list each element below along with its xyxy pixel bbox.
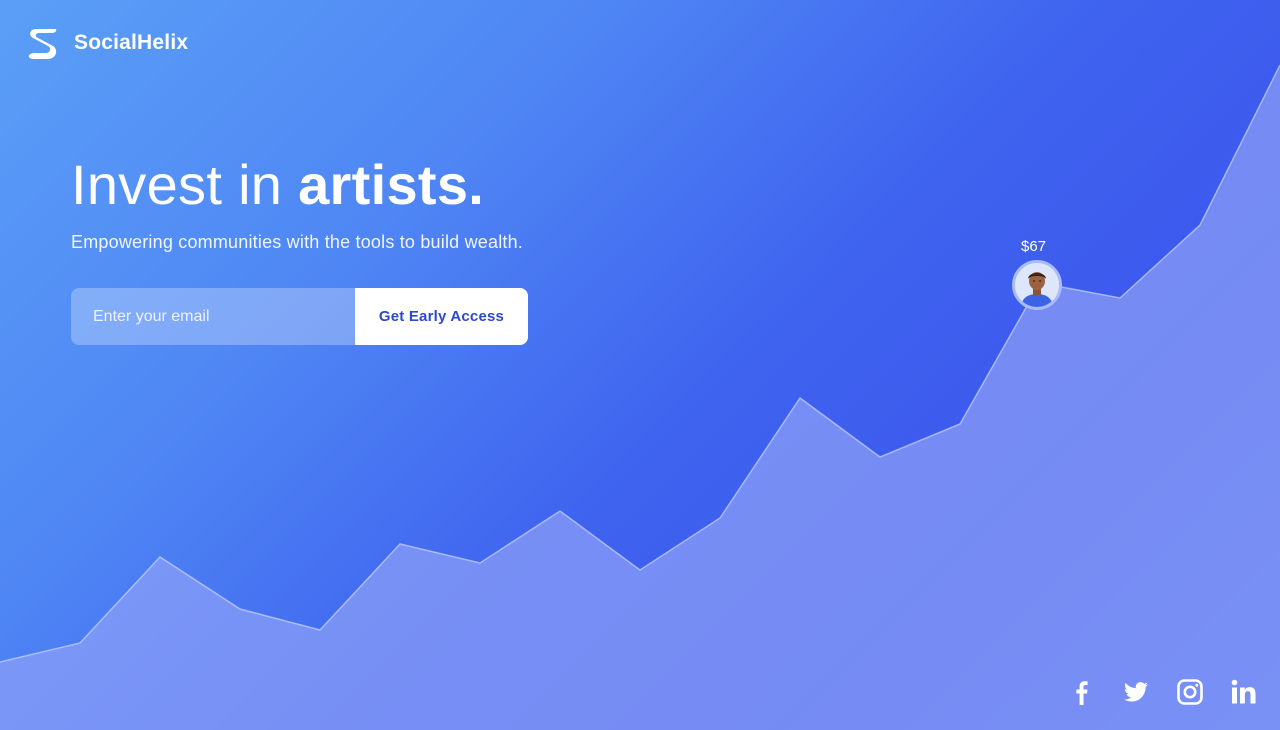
hero-subtitle: Empowering communities with the tools to… xyxy=(71,232,524,252)
get-early-access-button[interactable]: Get Early Access xyxy=(355,288,528,345)
artist-avatar[interactable] xyxy=(1012,260,1062,310)
twitter-icon[interactable] xyxy=(1122,678,1150,706)
avatar-person-icon xyxy=(1015,263,1059,307)
social-links xyxy=(1068,678,1258,706)
brand-logo[interactable]: SocialHelix xyxy=(26,26,188,60)
headline-bold: artists. xyxy=(298,153,485,216)
email-input[interactable] xyxy=(71,288,355,345)
facebook-icon[interactable] xyxy=(1068,678,1096,706)
price-trend-graphic xyxy=(0,64,1280,730)
linkedin-icon[interactable] xyxy=(1230,678,1258,706)
price-label: $67 xyxy=(1021,238,1047,255)
hero-headline: Invest in artists. xyxy=(71,152,523,218)
logo-mark-icon xyxy=(28,29,57,59)
signup-form: Get Early Access xyxy=(71,288,528,345)
hero-section: Invest in artists. Empowering communitie… xyxy=(71,152,523,253)
headline-light: Invest in xyxy=(71,153,299,216)
instagram-icon[interactable] xyxy=(1176,678,1204,706)
brand-name: SocialHelix xyxy=(74,31,189,54)
